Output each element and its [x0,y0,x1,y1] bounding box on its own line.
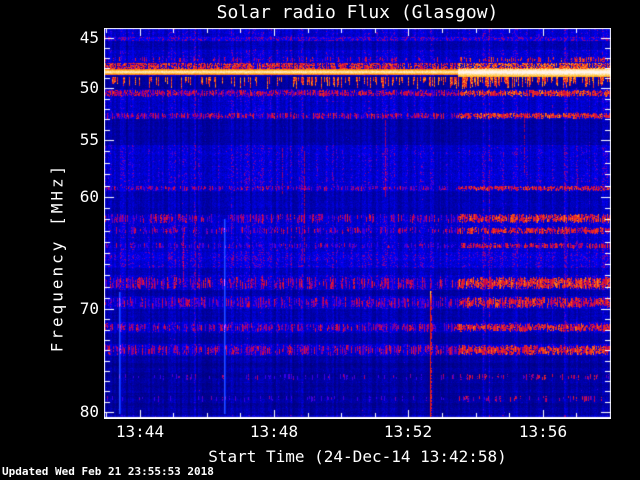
y-tick-label-55: 55 [79,130,99,149]
y-tick-label-70: 70 [79,299,99,318]
x-tick-label-1344: 13:44 [115,422,165,441]
y-tick-label-45: 45 [79,28,99,47]
x-tick-label-1352: 13:52 [383,422,433,441]
spectrogram-canvas [104,28,611,419]
chart-title: Solar radio Flux (Glasgow) [216,2,499,23]
x-tick-label-1356: 13:56 [518,422,568,441]
x-tick-label-1348: 13:48 [249,422,299,441]
solar-radio-spectrogram: Solar radio Flux (Glasgow) Frequency [MH… [0,0,640,480]
y-axis-title: Frequency [MHz] [47,162,67,353]
updated-timestamp: Updated Wed Feb 21 23:55:53 2018 [2,465,214,478]
x-axis-title: Start Time (24-Dec-14 13:42:58) [208,447,507,466]
y-tick-label-60: 60 [79,187,99,206]
y-tick-label-80: 80 [79,402,99,421]
y-tick-label-50: 50 [79,78,99,97]
